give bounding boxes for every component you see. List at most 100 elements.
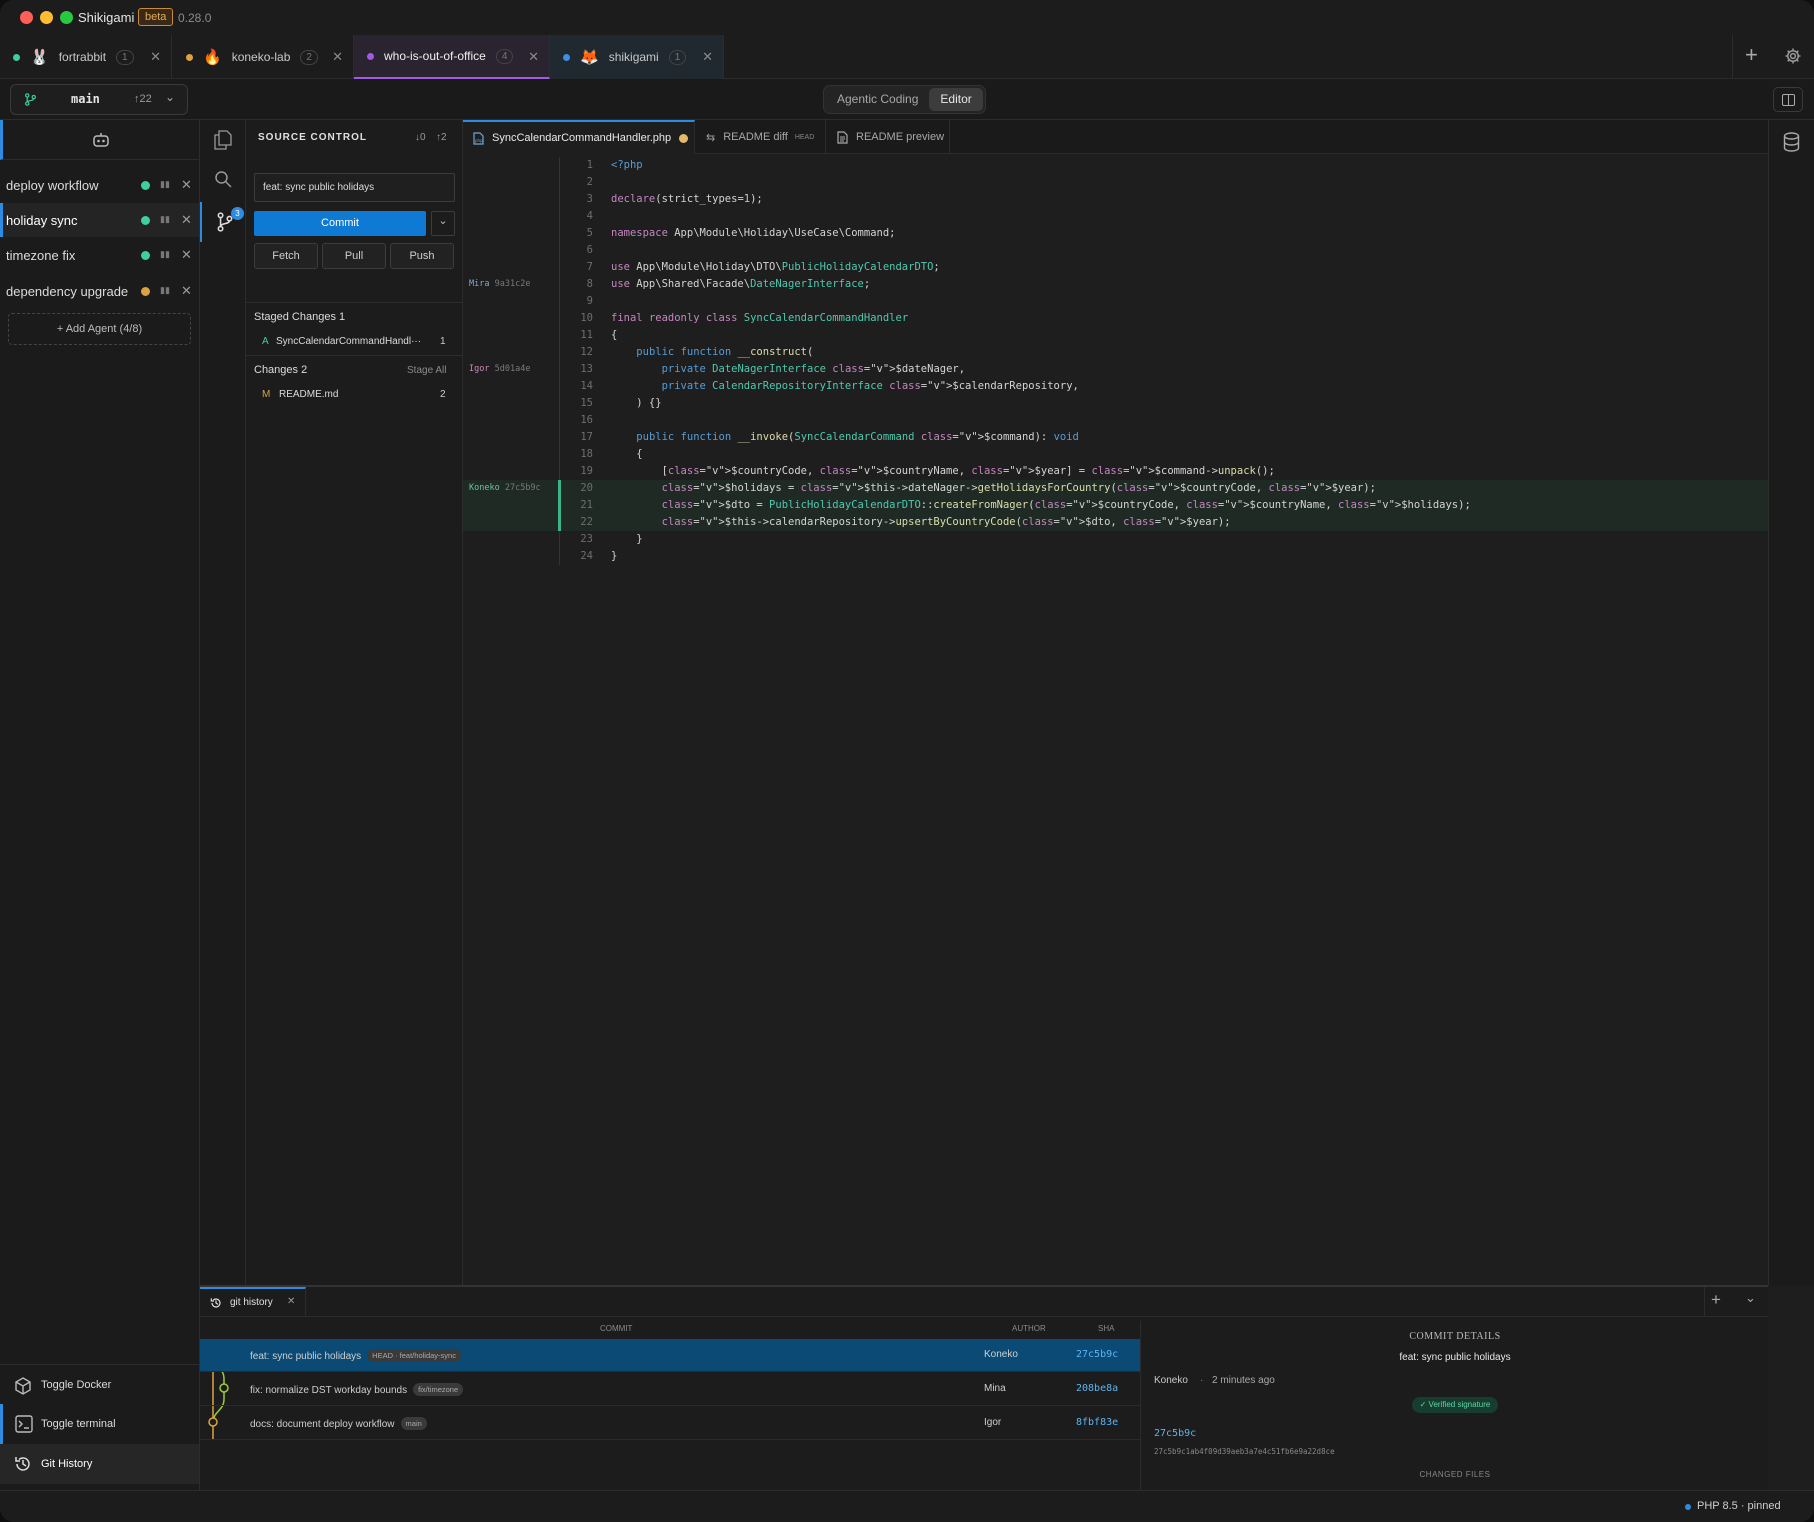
code-line[interactable]: 21 class="v">$dto = PublicHolidayCalenda… (463, 497, 1768, 514)
code-line[interactable]: 5 namespace App\Module\Holiday\UseCase\Co… (463, 225, 1768, 242)
project-tab-shikigami[interactable]: 🦊 shikigami 1 ✕ (550, 35, 724, 79)
code-line[interactable]: 10 final readonly class SyncCalendarComma… (463, 310, 1768, 327)
commit-message-input[interactable] (254, 173, 455, 202)
pause-icon[interactable]: ▮▮ (160, 249, 170, 260)
divider (246, 355, 462, 356)
close-icon[interactable]: ✕ (332, 49, 343, 65)
code-line[interactable]: 6 (463, 242, 1768, 259)
code-line[interactable]: Mira 9a31c2e 8 use App\Shared\Facade\DateN… (463, 276, 1768, 293)
editor-tab-readme-preview[interactable]: README preview (826, 120, 950, 154)
code-line[interactable]: 23 } (463, 531, 1768, 548)
code-line[interactable]: 9 (463, 293, 1768, 310)
push-button[interactable]: Push (390, 243, 454, 269)
fetch-button[interactable]: Fetch (254, 243, 318, 269)
branch-selector[interactable]: main ↑22 ⌄ (10, 84, 188, 115)
close-icon[interactable]: ✕ (702, 49, 713, 65)
pause-icon[interactable]: ▮▮ (160, 179, 170, 190)
close-icon[interactable]: ✕ (150, 49, 161, 65)
agent-label: timezone fix (6, 248, 76, 263)
files-icon[interactable] (214, 130, 232, 150)
close-icon[interactable]: ✕ (287, 1296, 295, 1307)
code-line[interactable]: 7 use App\Module\Holiday\DTO\PublicHolida… (463, 259, 1768, 276)
commit-row[interactable]: feat: sync public holidays HEAD · feat/ho… (200, 1339, 1140, 1372)
commit-sha[interactable]: 8fbf83e (1076, 1417, 1118, 1428)
commit-button[interactable]: Commit (254, 211, 426, 236)
editor-tab-label: README diff (723, 131, 788, 143)
pause-icon[interactable]: ▮▮ (160, 214, 170, 225)
code-line[interactable]: 17 public function __invoke(SyncCalendar… (463, 429, 1768, 446)
close-icon[interactable]: ✕ (181, 247, 192, 263)
blame-annotation[interactable]: Mira 9a31c2e (469, 276, 530, 293)
add-agent-button[interactable]: + Add Agent (4/8) (8, 313, 191, 345)
code-line[interactable]: Igor 5d01a4e 13 private DateNagerInterfac… (463, 361, 1768, 378)
code-text: } (611, 550, 618, 562)
code-line[interactable]: 15 ) {} (463, 395, 1768, 412)
code-line[interactable]: 18 { (463, 446, 1768, 463)
gear-icon[interactable] (1784, 47, 1802, 65)
commit-options-button[interactable]: ⌄ (431, 211, 455, 236)
close-window-button[interactable] (20, 11, 33, 24)
editor-tab-readme-diff[interactable]: ⇆ README diff HEAD (695, 120, 826, 154)
agent-item-deploy-workflow[interactable]: deploy workflow ▮▮ ✕ (0, 168, 199, 202)
details-short-sha[interactable]: 27c5b9c (1154, 1428, 1196, 1439)
toggle-terminal-button[interactable]: Toggle terminal (0, 1404, 199, 1444)
runtime-version[interactable]: PHP 8.5 · pinned (1697, 1500, 1781, 1512)
commit-message-text: feat: sync public holidays (250, 1351, 362, 1362)
agent-item-dependency-upgrade[interactable]: dependency upgrade ▮▮ ✕ (0, 274, 199, 308)
add-project-button[interactable]: + (1745, 43, 1758, 67)
close-icon[interactable]: ✕ (181, 212, 192, 228)
chevron-down-icon[interactable]: ⌄ (1745, 1290, 1756, 1306)
project-tab-koneko-lab[interactable]: 🔥 koneko-lab 2 ✕ (172, 35, 354, 79)
divider (1704, 1287, 1705, 1317)
code-line[interactable]: 2 (463, 174, 1768, 191)
code-line[interactable]: 4 (463, 208, 1768, 225)
editor-tab-php-file[interactable]: php SyncCalendarCommandHandler.php (463, 120, 695, 154)
ref-badge: fix/timezone (413, 1383, 464, 1396)
code-text: } (611, 533, 643, 545)
code-line[interactable]: 1 <?php (463, 157, 1768, 174)
add-panel-button[interactable]: + (1711, 1290, 1721, 1310)
staged-file-item[interactable]: A SyncCalendarCommandHandl··· 1 (246, 331, 462, 353)
code-line[interactable]: 12 public function __construct( (463, 344, 1768, 361)
stage-all-button[interactable]: Stage All (407, 365, 446, 376)
code-line[interactable]: 24} (463, 548, 1768, 565)
git-history-button[interactable]: Git History (0, 1444, 199, 1484)
commit-sha[interactable]: 27c5b9c (1076, 1349, 1118, 1360)
agent-item-timezone-fix[interactable]: timezone fix ▮▮ ✕ (0, 238, 199, 272)
agent-item-holiday-sync[interactable]: holiday sync ▮▮ ✕ (0, 203, 199, 237)
commit-row[interactable]: fix: normalize DST workday bounds fix/tim… (200, 1373, 1140, 1406)
code-line[interactable]: 16 (463, 412, 1768, 429)
pull-button[interactable]: Pull (322, 243, 386, 269)
project-tab-fortrabbit[interactable]: 🐰 fortrabbit 1 ✕ (0, 35, 172, 79)
changed-file-item[interactable]: M README.md 2 (246, 384, 462, 406)
code-line[interactable]: 19 [class="v">$countryCode, class="v">$c… (463, 463, 1768, 480)
project-tab-who-is-out-of-office[interactable]: who-is-out-of-office 4 ✕ (354, 35, 550, 79)
code-line[interactable]: 11 { (463, 327, 1768, 344)
details-subject: feat: sync public holidays (1399, 1352, 1511, 1363)
chevron-down-icon: ⌄ (438, 215, 448, 227)
toolbar: main ↑22 ⌄ Agentic Coding Editor (0, 79, 1814, 120)
close-icon[interactable]: ✕ (528, 49, 539, 65)
commit-row[interactable]: docs: document deploy workflow main Igor … (200, 1407, 1140, 1440)
search-icon[interactable] (214, 170, 232, 188)
mode-agentic-coding[interactable]: Agentic Coding (826, 88, 929, 111)
split-view-button[interactable] (1773, 87, 1803, 112)
git-history-tab[interactable]: git history ✕ (200, 1287, 306, 1317)
mode-editor[interactable]: Editor (929, 88, 983, 111)
database-icon[interactable] (1783, 132, 1800, 152)
maximize-window-button[interactable] (60, 11, 73, 24)
code-line[interactable]: 14 private CalendarRepositoryInterface c… (463, 378, 1768, 395)
source-control-activity[interactable]: 3 (200, 202, 246, 242)
close-icon[interactable]: ✕ (181, 177, 192, 193)
close-icon[interactable]: ✕ (181, 283, 192, 299)
pause-icon[interactable]: ▮▮ (160, 285, 170, 296)
commit-sha[interactable]: 208be8a (1076, 1383, 1118, 1394)
toggle-docker-button[interactable]: Toggle Docker (0, 1364, 199, 1404)
code-line[interactable]: 22 class="v">$this->calendarRepository->… (463, 514, 1768, 531)
code-line[interactable]: Koneko 27c5b9c 20 class="v">$holidays = c… (463, 480, 1768, 497)
blame-annotation[interactable]: Igor 5d01a4e (469, 361, 530, 378)
minimize-window-button[interactable] (40, 11, 53, 24)
robot-icon[interactable] (92, 132, 110, 148)
code-line[interactable]: 3 declare(strict_types=1); (463, 191, 1768, 208)
code-area[interactable]: 1 <?php 2 3 declare(strict_types=1); 4 5 namesp… (463, 157, 1768, 565)
